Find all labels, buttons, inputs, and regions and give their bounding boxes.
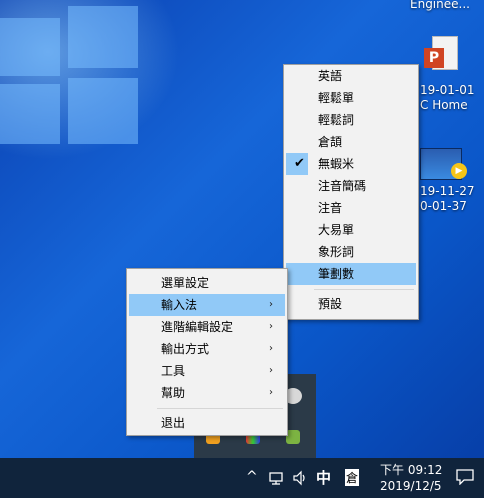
menu-item-help[interactable]: 幫助 › <box>129 382 285 404</box>
ime-option-easy-single[interactable]: 輕鬆單 <box>286 87 416 109</box>
action-center-icon[interactable] <box>456 469 474 488</box>
menu-item-label: 象形詞 <box>318 245 355 259</box>
menu-item-label: 倉頡 <box>318 135 343 149</box>
menu-item-label: 工具 <box>161 364 186 378</box>
menu-item-label: 注音簡碼 <box>318 179 367 193</box>
menu-item-label: 輕鬆單 <box>318 91 355 105</box>
menu-item-label: 注音 <box>318 201 343 215</box>
menu-separator <box>157 408 283 409</box>
powerpoint-badge-icon: P <box>424 48 444 68</box>
play-badge-icon: ▶ <box>451 163 467 179</box>
menu-item-label: 大易單 <box>318 223 355 237</box>
desktop-icon-label[interactable]: 19-11-27 <box>420 184 474 198</box>
android-app-icon[interactable] <box>286 430 300 444</box>
checkmark-icon: ✔ <box>294 156 305 171</box>
menu-item-advanced-edit-settings[interactable]: 進階編輯設定 › <box>129 316 285 338</box>
network-icon[interactable] <box>268 470 284 489</box>
menu-item-label: 輕鬆詞 <box>318 113 355 127</box>
menu-item-output-method[interactable]: 輸出方式 › <box>129 338 285 360</box>
ime-option-zhuyin[interactable]: 注音 <box>286 197 416 219</box>
menu-item-label: 輸出方式 <box>161 342 210 356</box>
powerpoint-file-icon[interactable]: P <box>424 36 458 76</box>
menu-item-tools[interactable]: 工具 › <box>129 360 285 382</box>
ime-option-dayi-single[interactable]: 大易單 <box>286 219 416 241</box>
taskbar: ^ 中 倉 下午 09:12 2019/12/5 <box>0 458 484 498</box>
ime-name-indicator[interactable]: 倉 <box>345 469 360 486</box>
wallpaper-pane <box>68 78 138 144</box>
chevron-right-icon: › <box>269 299 273 310</box>
menu-item-label: 筆劃數 <box>318 267 355 281</box>
desktop-icon-label[interactable]: 19-01-01 <box>420 83 474 97</box>
desktop-icon-label[interactable]: Enginee... <box>410 0 470 11</box>
ime-option-zhuyin-short[interactable]: 注音簡碼 <box>286 175 416 197</box>
ime-option-default[interactable]: 預設 <box>286 293 416 315</box>
menu-separator <box>314 289 414 290</box>
ime-option-english[interactable]: 英語 <box>286 65 416 87</box>
ime-option-stroke-count[interactable]: 筆劃數 <box>286 263 416 285</box>
menu-item-menu-settings[interactable]: 選單設定 <box>129 272 285 294</box>
clock-date[interactable]: 2019/12/5 <box>380 479 442 493</box>
ime-mode-indicator[interactable]: 中 <box>316 467 331 488</box>
chevron-right-icon: › <box>269 321 273 332</box>
chevron-right-icon: › <box>269 387 273 398</box>
menu-item-label: 預設 <box>318 297 343 311</box>
menu-item-exit[interactable]: 退出 <box>129 412 285 434</box>
show-hidden-icons-chevron-icon[interactable]: ^ <box>246 469 258 485</box>
ime-option-cangjie[interactable]: 倉頡 <box>286 131 416 153</box>
clock-time[interactable]: 下午 09:12 <box>380 461 442 478</box>
ime-option-pictograph-phrase[interactable]: 象形詞 <box>286 241 416 263</box>
desktop-icon-label[interactable]: C Home <box>420 98 468 112</box>
menu-item-label: 選單設定 <box>161 276 210 290</box>
wallpaper-pane <box>0 18 60 76</box>
menu-item-label: 退出 <box>161 416 186 430</box>
menu-item-label: 無蝦米 <box>318 157 355 171</box>
desktop-icon-label[interactable]: 0-01-37 <box>420 199 467 213</box>
wallpaper-pane <box>0 84 60 144</box>
wallpaper-pane <box>68 6 138 68</box>
menu-item-label: 輸入法 <box>161 298 198 312</box>
chevron-right-icon: › <box>269 365 273 376</box>
chevron-right-icon: › <box>269 343 273 354</box>
menu-item-label: 英語 <box>318 69 343 83</box>
menu-item-label: 幫助 <box>161 386 186 400</box>
ime-option-boshiamy[interactable]: ✔ 無蝦米 <box>286 153 416 175</box>
video-file-icon[interactable]: ▶ <box>420 148 467 180</box>
menu-item-input-method[interactable]: 輸入法 › <box>129 294 285 316</box>
menu-item-label: 進階編輯設定 <box>161 320 234 334</box>
input-method-submenu: 英語 輕鬆單 輕鬆詞 倉頡 ✔ 無蝦米 注音簡碼 注音 大易單 象形詞 筆劃數 … <box>283 64 419 320</box>
ime-context-menu: 選單設定 輸入法 › 進階編輯設定 › 輸出方式 › 工具 › 幫助 › 退出 <box>126 268 288 436</box>
ime-option-easy-phrase[interactable]: 輕鬆詞 <box>286 109 416 131</box>
volume-icon[interactable] <box>292 470 308 489</box>
